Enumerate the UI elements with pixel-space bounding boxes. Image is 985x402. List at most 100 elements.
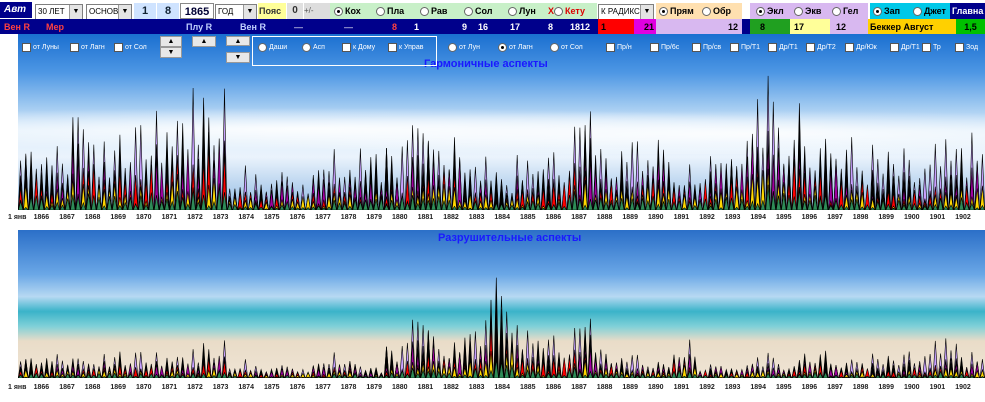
destructive-tick-label: 1880 [392, 384, 408, 391]
radio-icon [302, 42, 311, 52]
radio-asp[interactable]: Асп [302, 41, 325, 55]
checkbox-icon: ✓ [845, 42, 854, 52]
destructive-tick-label: 1891 [673, 384, 690, 391]
plus-minus-label: +/- [304, 3, 330, 19]
day-field[interactable]: 1 [134, 3, 156, 19]
harmonious-tick-label: 1877 [315, 214, 331, 221]
radio-ot-lun[interactable]: от Лун [448, 41, 480, 55]
check-dr-yuk[interactable]: ✓ Др/Юк [845, 41, 877, 55]
mer-label: Мер [46, 22, 64, 32]
value-n13: 12 [830, 19, 868, 35]
harmonious-tick-label: 1892 [699, 214, 715, 221]
year-field[interactable]: 1865 [180, 3, 214, 19]
spin-up-2[interactable]: ▲ [192, 36, 216, 47]
check-from-lagn[interactable]: от Лагн [70, 41, 105, 55]
value-n6: 8 [548, 22, 554, 32]
radio-ot-lagn[interactable]: от Лагн [498, 41, 533, 55]
direction-options: Прям Обр [656, 3, 742, 19]
radio-icon [756, 7, 765, 17]
harmonious-chart-title: Гармоничные аспекты [424, 58, 548, 70]
harmonious-tick-label: 1902 [955, 214, 971, 221]
radio-icon [659, 7, 668, 17]
harmonious-tick-label: 1895 [776, 214, 792, 221]
radio-ecl[interactable]: Экл [756, 3, 784, 19]
check-from-moon[interactable]: от Луны [22, 41, 59, 55]
check-k-domu[interactable]: к Дому [342, 41, 375, 55]
radio-sol[interactable]: Сол [464, 3, 493, 19]
destructive-tick-label: 1867 [59, 384, 75, 391]
radio-west[interactable]: Зап [873, 3, 900, 19]
destructive-tick-label: 1874 [238, 384, 254, 391]
check-dr-t1b[interactable]: ✓ Др/Т1 [890, 41, 920, 55]
radio-icon [873, 7, 882, 17]
spin-up-1[interactable]: ▲ [160, 36, 182, 47]
unit-select[interactable]: ГОД ▼ [215, 4, 257, 20]
checkbox-icon [70, 42, 79, 52]
check-dr-t2[interactable]: ✓ Др/Т2 [806, 41, 836, 55]
checkbox-icon: ✓ [806, 42, 815, 52]
check-pr-n[interactable]: ✓ Пр/н [606, 41, 632, 55]
destructive-tick-label: 1898 [852, 384, 869, 391]
check-k-uprav[interactable]: к Управ [388, 41, 423, 55]
main-button[interactable]: Главна [950, 3, 985, 19]
check-pr-6s[interactable]: ✓ Пр/6с [650, 41, 679, 55]
destructive-tick-label: 1889 [622, 384, 638, 391]
radio-rav[interactable]: Рав [420, 3, 447, 19]
checkbox-icon: ✓ [922, 42, 931, 52]
radio-dashi[interactable]: Даши [258, 41, 287, 55]
destructive-tick-label: 1888 [596, 384, 613, 391]
checkbox-icon [955, 42, 964, 52]
spin-down-1[interactable]: ▼ [160, 47, 182, 58]
destructive-tick-label: 1882 [443, 384, 459, 391]
ven-r-label: Вен R [4, 22, 30, 32]
destructive-area-chart [18, 277, 985, 378]
to-radix-select[interactable]: К РАДИКС ▼ [598, 4, 654, 20]
destructive-tick-label: 1881 [417, 384, 434, 391]
check-from-sol[interactable]: от Сол [114, 41, 147, 55]
destructive-tick-label: 1892 [699, 384, 715, 391]
radio-koh[interactable]: Кох [334, 3, 361, 19]
period-select[interactable]: 30 ЛЕТ ▼ [35, 4, 83, 20]
harmonious-tick-label: 1900 [904, 214, 920, 221]
radio-pla[interactable]: Пла [376, 3, 404, 19]
radio-lun[interactable]: Лун [508, 3, 536, 19]
radio-icon [334, 7, 343, 17]
unit-value: ГОД [218, 7, 234, 16]
radio-direct[interactable]: Прям [659, 3, 694, 19]
belt-value[interactable]: 0 [287, 3, 303, 19]
destructive-tick-label: 1887 [571, 384, 587, 391]
plu-r-label: Плу R [186, 22, 213, 32]
checkbox-icon: ✓ [606, 42, 615, 52]
radio-equ[interactable]: Экв [794, 3, 821, 19]
check-dr-t1[interactable]: ✓ Др/Т1 [768, 41, 798, 55]
radio-jyot[interactable]: Джет [913, 3, 946, 19]
destructive-tick-label: 1875 [264, 384, 280, 391]
harmonious-tick-label: 1875 [264, 214, 280, 221]
radio-ketu[interactable]: X Кету [548, 3, 585, 19]
harmonious-tick-label: 1894 [750, 214, 766, 221]
harmonious-tick-label: 1889 [622, 214, 638, 221]
radio-hel[interactable]: Гел [832, 3, 858, 19]
value-n9: 21 [634, 19, 656, 35]
radio-ot-sol[interactable]: от Сол [550, 41, 583, 55]
spin-down-2[interactable]: ▲ [226, 36, 250, 46]
chevron-down-icon: ▼ [118, 5, 131, 19]
spin-down-3[interactable]: ▼ [226, 52, 250, 63]
check-tr[interactable]: ✓ Тр [922, 41, 941, 55]
month-field[interactable]: 8 [157, 3, 179, 19]
check-zod[interactable]: Зод [955, 41, 978, 55]
destructive-tick-label: 1900 [904, 384, 920, 391]
check-pr-t1[interactable]: ✓ Пр/Т1 [730, 41, 760, 55]
check-pr-sv[interactable]: Пр/св [692, 41, 721, 55]
mode-value: ОСНОВ [89, 7, 119, 16]
destructive-chart-panel [18, 230, 985, 378]
radio-icon [498, 42, 507, 52]
harmonious-tick-label: 1893 [724, 214, 741, 221]
destructive-tick-label: 1878 [340, 384, 357, 391]
mode-select[interactable]: ОСНОВ ▼ [86, 4, 132, 20]
radio-icon [832, 7, 841, 17]
avt-button[interactable]: Авт [0, 2, 32, 18]
destructive-tick-label: 1890 [648, 384, 664, 391]
radio-reverse[interactable]: Обр [702, 3, 731, 19]
destructive-x-axis: 1 янв 1866 1867 1868 1869 1870 1871 1872 1873 187… [0, 382, 985, 394]
